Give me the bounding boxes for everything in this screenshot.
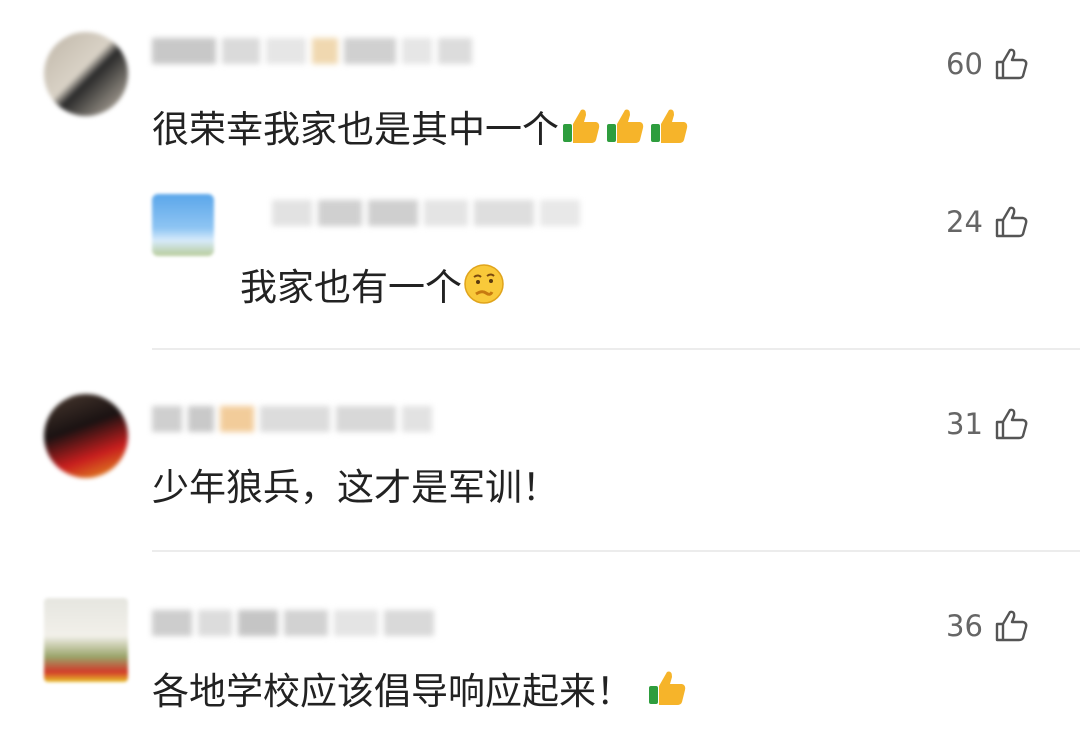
comment-text: 少年狼兵，这才是军训！	[152, 466, 559, 509]
username-blurred[interactable]	[152, 610, 434, 638]
reply-text: 我家也有一个	[240, 262, 506, 310]
like-count: 60	[946, 47, 983, 81]
reply-like-button[interactable]: 24	[946, 204, 1029, 240]
avatar[interactable]	[44, 394, 128, 478]
reply-avatar[interactable]	[152, 194, 214, 256]
comment-item: 很荣幸我家也是其中一个 60 我家也有一个 24	[0, 0, 1080, 340]
thumb-up-outline-icon	[995, 206, 1028, 238]
comment-item: 各地学校应该倡导响应起来！ 36	[0, 552, 1080, 752]
like-button[interactable]: 60	[946, 46, 1029, 82]
thumbs-up-emoji-icon	[648, 671, 685, 705]
username-blurred[interactable]	[152, 406, 432, 434]
like-count: 24	[946, 205, 983, 239]
thinking-face-emoji-icon	[464, 264, 504, 304]
like-button[interactable]: 31	[946, 406, 1029, 442]
thumbs-up-emoji-icon	[607, 109, 644, 143]
thumb-up-outline-icon	[995, 610, 1028, 642]
avatar[interactable]	[44, 32, 128, 116]
like-button[interactable]: 36	[946, 608, 1029, 644]
like-count: 31	[946, 407, 983, 441]
comment-text: 很荣幸我家也是其中一个	[152, 104, 691, 152]
username-blurred[interactable]	[152, 38, 472, 66]
thumb-up-outline-icon	[995, 408, 1028, 440]
thumbs-up-emoji-icon	[563, 109, 600, 143]
comment-text: 各地学校应该倡导响应起来！	[152, 666, 689, 714]
reply-username-blurred[interactable]	[272, 200, 580, 228]
avatar[interactable]	[44, 598, 128, 682]
like-count: 36	[946, 609, 983, 643]
thumbs-up-emoji-icon	[651, 109, 688, 143]
thumb-up-outline-icon	[995, 48, 1028, 80]
comment-item: 少年狼兵，这才是军训！ 31	[0, 350, 1080, 550]
